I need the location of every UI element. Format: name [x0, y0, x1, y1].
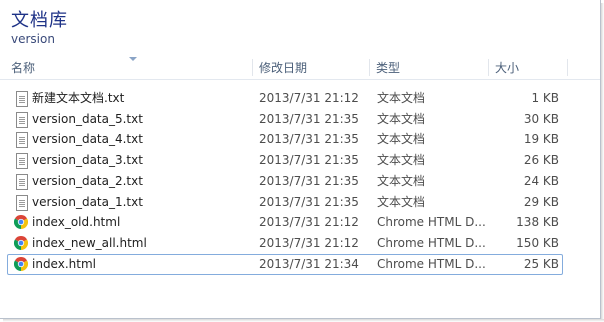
file-size: 1 KB	[531, 91, 559, 105]
file-row[interactable]: index_new_all.html 2013/7/31 21:12 Chrom…	[7, 233, 563, 254]
library-title: 文档库	[11, 10, 68, 31]
text-file-icon	[15, 194, 28, 211]
file-name: version_data_5.txt	[32, 111, 143, 126]
file-size: 24 KB	[523, 173, 559, 188]
file-row[interactable]: version_data_2.txt 2013/7/31 21:35 文本文档 …	[7, 171, 563, 192]
file-date: 2013/7/31 21:34	[259, 256, 359, 271]
column-divider[interactable]	[567, 59, 568, 76]
file-date: 2013/7/31 21:12	[259, 235, 359, 250]
file-type: 文本文档	[377, 173, 426, 188]
file-date: 2013/7/31 21:12	[259, 91, 359, 105]
file-size: 26 KB	[523, 153, 559, 168]
text-file-icon	[15, 173, 28, 190]
column-header-size-label: 大小	[495, 61, 520, 75]
sort-indicator-icon	[129, 57, 137, 61]
file-row[interactable]: index_old.html 2013/7/31 21:12 Chrome HT…	[7, 212, 563, 233]
file-type: Chrome HTML D...	[377, 256, 486, 271]
file-size: 25 KB	[523, 256, 559, 271]
file-name: version_data_3.txt	[32, 153, 143, 168]
file-date: 2013/7/31 21:35	[259, 111, 359, 126]
file-type: 文本文档	[377, 194, 426, 209]
file-name: version_data_4.txt	[32, 132, 143, 147]
column-header-date-label: 修改日期	[259, 61, 308, 75]
text-file-icon	[15, 153, 28, 170]
file-size: 150 KB	[516, 235, 559, 250]
file-size: 138 KB	[516, 215, 559, 230]
column-header-size[interactable]: 大小	[489, 55, 567, 79]
chrome-icon	[14, 235, 28, 251]
file-type: 文本文档	[377, 91, 426, 105]
chrome-icon	[14, 215, 28, 230]
column-header-name-label: 名称	[11, 61, 36, 75]
file-row[interactable]: version_data_1.txt 2013/7/31 21:35 文本文档 …	[7, 192, 563, 213]
file-date: 2013/7/31 21:35	[259, 173, 359, 188]
file-name: version_data_2.txt	[32, 173, 143, 188]
file-row[interactable]: version_data_4.txt 2013/7/31 21:35 文本文档 …	[7, 129, 563, 150]
file-type: 文本文档	[377, 153, 426, 168]
text-file-icon	[15, 111, 28, 128]
column-header-name[interactable]: 名称	[5, 55, 250, 79]
file-type: Chrome HTML D...	[377, 235, 486, 250]
file-date: 2013/7/31 21:12	[259, 215, 359, 230]
file-row[interactable]: version_data_3.txt 2013/7/31 21:35 文本文档 …	[7, 150, 563, 171]
file-size: 19 KB	[523, 132, 559, 147]
column-header-bar: 名称 修改日期 类型 大小	[0, 55, 600, 80]
file-name: 新建文本文档.txt	[32, 91, 125, 105]
file-size: 30 KB	[523, 111, 559, 126]
file-name: version_data_1.txt	[32, 194, 143, 209]
file-row[interactable]: 新建文本文档.txt 2013/7/31 21:12 文本文档 1 KB	[7, 88, 563, 109]
file-date: 2013/7/31 21:35	[259, 153, 359, 168]
file-row[interactable]: version_data_5.txt 2013/7/31 21:35 文本文档 …	[7, 109, 563, 130]
file-date: 2013/7/31 21:35	[259, 132, 359, 147]
file-type: Chrome HTML D...	[377, 215, 486, 230]
file-name: index_new_all.html	[32, 235, 147, 250]
file-name: index_old.html	[32, 215, 121, 230]
file-row-selected[interactable]: index.html 2013/7/31 21:34 Chrome HTML D…	[7, 253, 563, 275]
column-header-date[interactable]: 修改日期	[253, 55, 369, 79]
chrome-icon	[14, 256, 28, 272]
text-file-icon	[15, 91, 28, 107]
file-name: index.html	[32, 256, 96, 271]
column-header-type[interactable]: 类型	[370, 55, 488, 79]
column-header-type-label: 类型	[376, 61, 401, 75]
file-size: 29 KB	[523, 194, 559, 209]
file-date: 2013/7/31 21:35	[259, 194, 359, 209]
explorer-window: 文档库 version 名称 修改日期 类型 大小 新建文本文档.txt 201…	[0, 0, 601, 319]
text-file-icon	[15, 132, 28, 149]
file-type: 文本文档	[377, 132, 426, 147]
library-subtitle: version	[11, 32, 55, 46]
file-type: 文本文档	[377, 111, 426, 126]
